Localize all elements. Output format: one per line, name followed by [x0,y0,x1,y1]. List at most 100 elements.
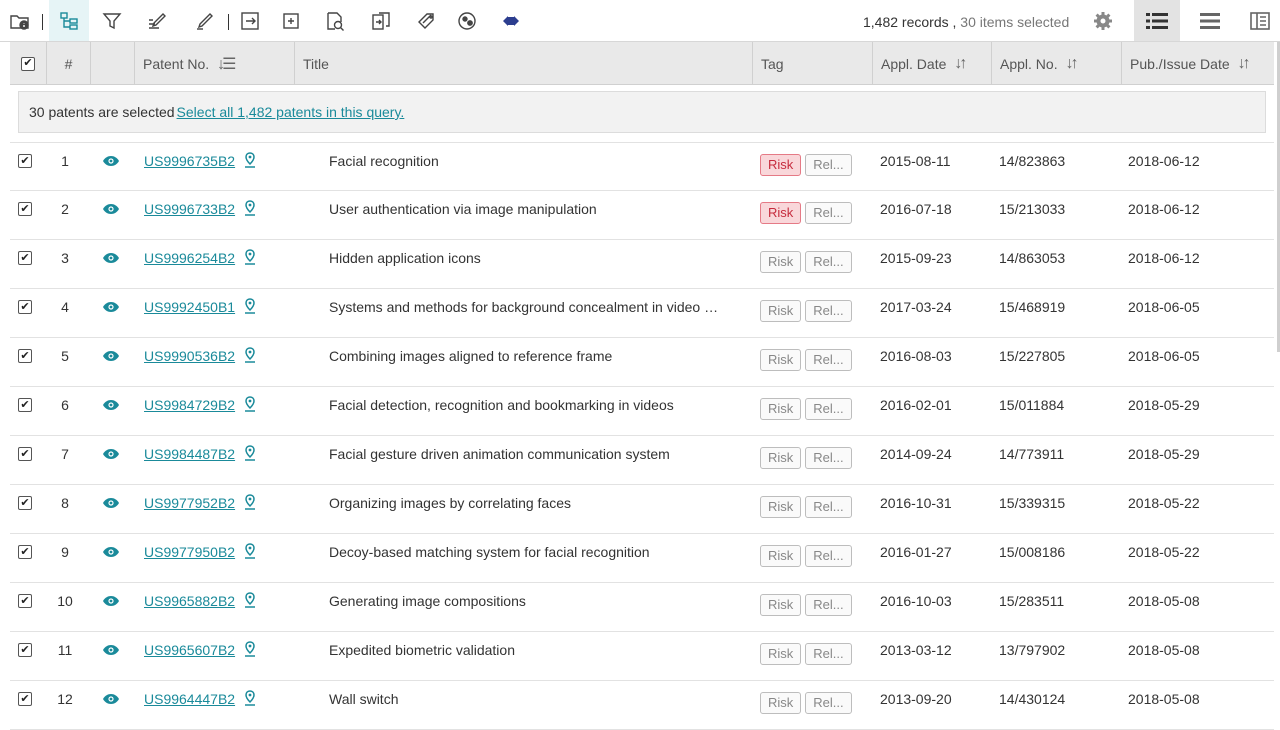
row-checkbox[interactable]: ✔ [18,545,32,559]
risk-tag[interactable]: Risk [760,348,802,371]
map-pin-icon[interactable] [244,542,256,562]
eye-icon[interactable] [102,338,122,374]
eye-icon[interactable] [102,681,122,717]
risk-tag[interactable]: Risk [760,201,802,224]
relevance-tag[interactable]: Rel... [805,691,852,714]
sort-desc-icon[interactable]: ↓☰ [217,54,236,74]
settings-icon[interactable] [1086,4,1120,38]
table-row[interactable]: ✔ 6 US9984729B2 Facial detection, recogniti… [10,387,1274,436]
table-row[interactable]: ✔ 10 US9965882B2 Generating image compositi… [10,583,1274,632]
patent-number-link[interactable]: US9996733B2 [144,201,235,217]
eye-icon[interactable] [102,289,122,325]
tag-icon[interactable] [410,4,444,38]
split-view-icon[interactable] [1240,0,1280,41]
row-checkbox[interactable]: ✔ [18,643,32,657]
risk-tag[interactable]: Risk [760,691,802,714]
table-row[interactable]: ✔ 5 US9990536B2 Combining images aligned to… [10,338,1274,387]
row-checkbox[interactable]: ✔ [18,447,32,461]
relevance-tag[interactable]: Rel... [805,201,852,224]
risk-tag[interactable]: Risk [760,593,802,616]
row-checkbox[interactable]: ✔ [18,202,32,216]
map-pin-icon[interactable] [244,640,256,660]
map-pin-icon[interactable] [244,346,256,366]
header-patent-no[interactable]: Patent No. ↓☰ [135,42,295,85]
relevance-tag[interactable]: Rel... [805,250,852,273]
add-icon[interactable] [274,4,308,38]
eye-icon[interactable] [102,534,122,570]
table-row[interactable]: ✔ 8 US9977952B2 Organizing images by correl… [10,485,1274,534]
search-doc-icon[interactable] [318,4,352,38]
row-checkbox[interactable]: ✔ [18,300,32,314]
patent-number-link[interactable]: US9992450B1 [144,299,235,315]
compare-icon[interactable] [364,4,398,38]
relevance-tag[interactable]: Rel... [805,593,852,616]
eye-icon[interactable] [102,583,122,619]
compact-view-icon[interactable] [1187,0,1233,41]
risk-tag[interactable]: Risk [760,250,802,273]
patent-number-link[interactable]: US9977952B2 [144,495,235,511]
row-checkbox[interactable]: ✔ [18,154,32,168]
eye-icon[interactable] [102,143,122,179]
relevance-tag[interactable]: Rel... [805,299,852,322]
relevance-tag[interactable]: Rel... [805,642,852,665]
eye-icon[interactable] [102,240,122,276]
tree-view-icon[interactable] [49,0,89,41]
eye-icon[interactable] [102,387,122,423]
map-pin-icon[interactable] [244,248,256,268]
risk-tag[interactable]: Risk [760,299,802,322]
table-row[interactable]: ✔ 7 US9984487B2 Facial gesture driven anima… [10,436,1274,485]
table-row[interactable]: ✔ 3 US9996254B2 Hidden application icons Ris… [10,240,1274,289]
map-pin-icon[interactable] [244,689,256,709]
patent-number-link[interactable]: US9977950B2 [144,544,235,560]
patent-number-link[interactable]: US9996254B2 [144,250,235,266]
analytics-icon[interactable] [450,4,484,38]
risk-tag[interactable]: Risk [760,446,802,469]
eye-icon[interactable] [102,632,122,668]
relevance-tag[interactable]: Rel... [805,153,852,176]
eye-icon[interactable] [102,436,122,472]
table-row[interactable]: ✔ 9 US9977950B2 Decoy-based matching system… [10,534,1274,583]
map-pin-icon[interactable] [244,591,256,611]
risk-tag[interactable]: Risk [760,642,802,665]
header-appl-date[interactable]: Appl. Date ↓↑ [873,42,992,85]
patent-number-link[interactable]: US9965607B2 [144,642,235,658]
list-view-icon[interactable] [1134,0,1180,41]
patent-number-link[interactable]: US9965882B2 [144,593,235,609]
map-pin-icon[interactable] [244,395,256,415]
header-appl-no[interactable]: Appl. No. ↓↑ [992,42,1122,85]
filter-icon[interactable] [95,4,129,38]
collapse-icon[interactable] [494,4,528,38]
map-pin-icon[interactable] [244,493,256,513]
row-checkbox[interactable]: ✔ [18,398,32,412]
eye-icon[interactable] [102,485,122,521]
eye-icon[interactable] [102,191,122,227]
sort-icon[interactable]: ↓↑ [1238,55,1251,73]
row-checkbox[interactable]: ✔ [18,349,32,363]
row-checkbox[interactable]: ✔ [18,594,32,608]
highlight-pen-icon[interactable] [188,4,222,38]
select-all-query-link[interactable]: Select all 1,482 patents in this query. [177,104,405,120]
patent-number-link[interactable]: US9990536B2 [144,348,235,364]
table-row[interactable]: ✔ 4 US9992450B1 Systems and methods for bac… [10,289,1274,338]
relevance-tag[interactable]: Rel... [805,348,852,371]
relevance-tag[interactable]: Rel... [805,495,852,518]
risk-tag[interactable]: Risk [760,153,802,176]
edit-list-icon[interactable] [140,4,174,38]
patent-number-link[interactable]: US9996735B2 [144,153,235,169]
row-checkbox[interactable]: ✔ [18,496,32,510]
row-checkbox[interactable]: ✔ [18,251,32,265]
header-pub-date[interactable]: Pub./Issue Date ↓↑ [1122,42,1274,85]
table-row[interactable]: ✔ 11 US9965607B2 Expedited biometric valida… [10,632,1274,681]
relevance-tag[interactable]: Rel... [805,397,852,420]
patent-number-link[interactable]: US9964447B2 [144,691,235,707]
map-pin-icon[interactable] [244,297,256,317]
sort-icon[interactable]: ↓↑ [954,55,967,73]
folder-info-icon[interactable] [3,4,37,38]
patent-number-link[interactable]: US9984729B2 [144,397,235,413]
table-row[interactable]: ✔ 1 US9996735B2 Facial recognition Risk Rel..… [10,142,1274,191]
export-icon[interactable] [233,4,267,38]
relevance-tag[interactable]: Rel... [805,446,852,469]
risk-tag[interactable]: Risk [760,495,802,518]
risk-tag[interactable]: Risk [760,397,802,420]
sort-icon[interactable]: ↓↑ [1066,55,1079,73]
